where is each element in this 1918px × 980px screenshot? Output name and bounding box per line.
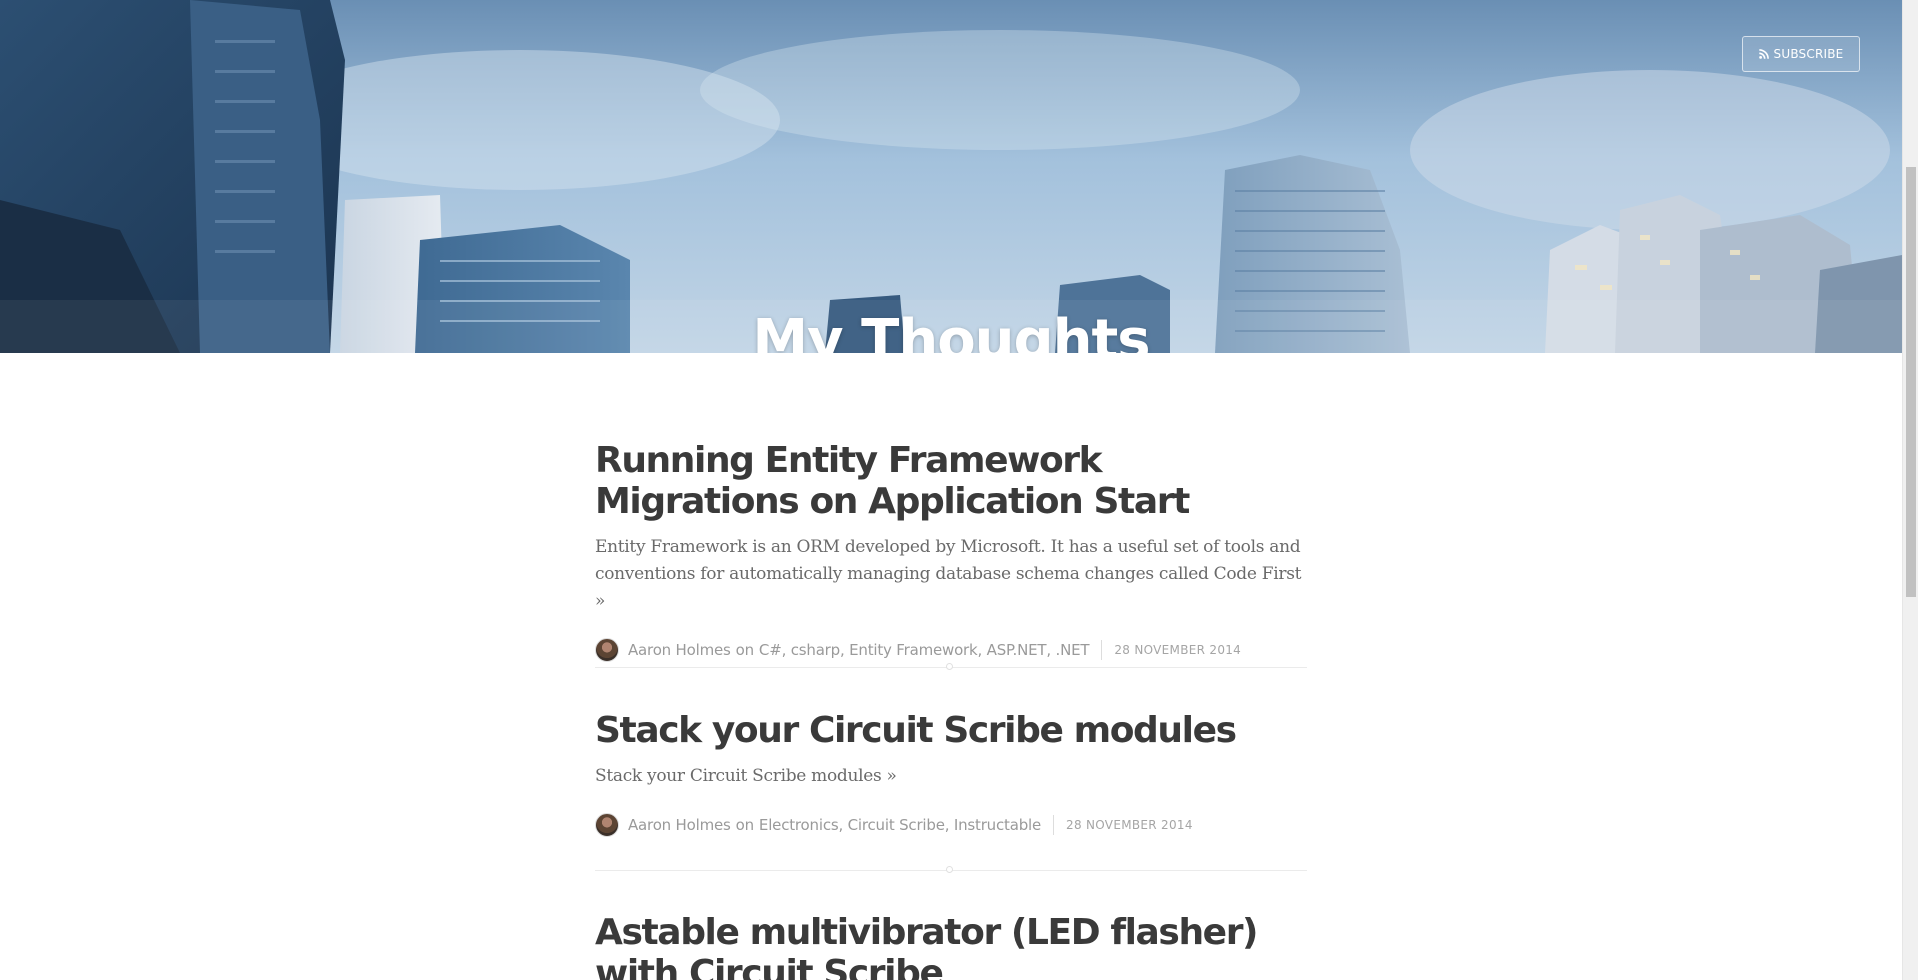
blog-title[interactable]: My Thoughts xyxy=(0,313,1902,354)
post-date: 28 NOVEMBER 2014 xyxy=(1114,643,1242,657)
subscribe-label: SUBSCRIBE xyxy=(1773,47,1844,61)
rss-icon xyxy=(1758,49,1769,59)
post-excerpt[interactable]: Entity Framework is an ORM developed by … xyxy=(595,534,1307,615)
tag-link[interactable]: Entity Framework xyxy=(849,641,978,659)
tag-separator: , xyxy=(977,641,987,659)
subscribe-button[interactable]: SUBSCRIBE xyxy=(1742,36,1860,72)
tag-separator: , xyxy=(781,641,791,659)
tag-separator: , xyxy=(838,816,848,834)
post-excerpt[interactable]: Stack your Circuit Scribe modules » xyxy=(595,763,1307,790)
post-item: Astable multivibrator (LED flasher) with… xyxy=(595,912,1307,980)
tag-link[interactable]: ASP.NET xyxy=(987,641,1047,659)
post-meta: Aaron Holmes on Electronics, Circuit Scr… xyxy=(595,812,1307,838)
post-meta: Aaron Holmes on C#, csharp, Entity Frame… xyxy=(595,637,1307,663)
meta-separator xyxy=(1101,640,1103,660)
tag-separator: , xyxy=(1046,641,1056,659)
tag-link[interactable]: csharp xyxy=(791,641,840,659)
author-name-link[interactable]: Aaron Holmes xyxy=(628,641,731,659)
post-title-link[interactable]: Running Entity Framework Migrations on A… xyxy=(595,440,1307,522)
divider-dot xyxy=(946,866,953,873)
author-avatar[interactable] xyxy=(595,813,619,837)
page: SUBSCRIBE My Thoughts Running Entity Fra… xyxy=(0,0,1902,980)
author-name-link[interactable]: Aaron Holmes xyxy=(628,816,731,834)
post-title-link[interactable]: Astable multivibrator (LED flasher) with… xyxy=(595,912,1307,980)
divider-dot xyxy=(946,663,953,670)
vertical-scrollbar[interactable] xyxy=(1902,0,1918,980)
on-label: on xyxy=(735,641,755,659)
post-title-link[interactable]: Stack your Circuit Scribe modules xyxy=(595,710,1307,751)
scrollbar-thumb[interactable] xyxy=(1906,167,1916,597)
tag-link[interactable]: Circuit Scribe xyxy=(848,816,945,834)
post-date: 28 NOVEMBER 2014 xyxy=(1066,818,1193,832)
post-divider xyxy=(595,866,1307,873)
on-label: on xyxy=(735,816,755,834)
tag-link[interactable]: .NET xyxy=(1056,641,1090,659)
meta-separator xyxy=(1053,815,1055,835)
post-item: Running Entity Framework Migrations on A… xyxy=(595,440,1307,663)
tag-link[interactable]: C# xyxy=(759,641,782,659)
author-avatar[interactable] xyxy=(595,638,619,662)
post-item: Stack your Circuit Scribe modules Stack … xyxy=(595,710,1307,838)
blog-header: SUBSCRIBE My Thoughts xyxy=(0,0,1902,353)
tag-separator: , xyxy=(839,641,850,659)
tag-link[interactable]: Electronics xyxy=(759,816,839,834)
tag-separator: , xyxy=(944,816,954,834)
header-cover-image xyxy=(0,0,1902,353)
post-divider xyxy=(595,663,1307,670)
tag-link[interactable]: Instructable xyxy=(954,816,1041,834)
